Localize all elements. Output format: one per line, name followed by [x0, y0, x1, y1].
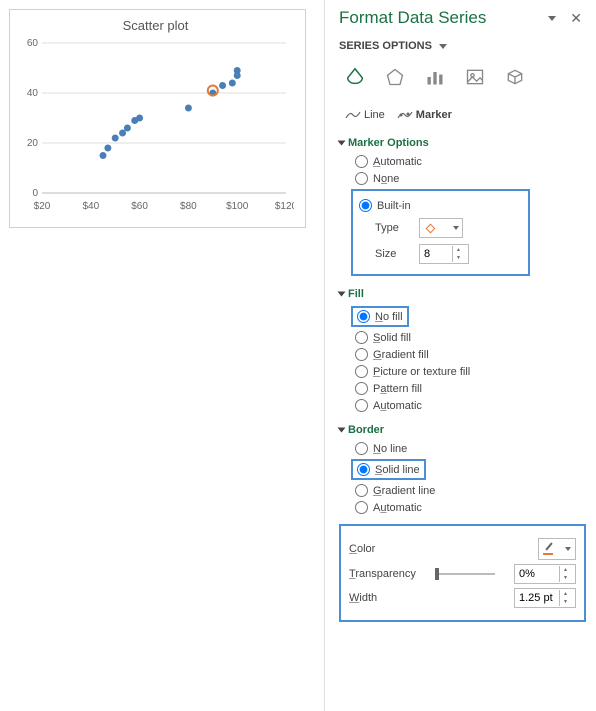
spin-up-icon[interactable]: ▲: [560, 566, 571, 574]
svg-text:$60: $60: [131, 201, 148, 212]
svg-text:$20: $20: [34, 201, 51, 212]
chart-container: Scatter plot 0 20 40 60 $20 $40 $60 $80 $100 $120: [9, 9, 306, 228]
width-label: Width: [349, 592, 377, 604]
dropdown-arrow-icon: [565, 547, 571, 551]
svg-text:$40: $40: [82, 201, 99, 212]
radio-builtin-marker[interactable]: Built-in: [359, 199, 522, 212]
svg-text:60: 60: [27, 38, 39, 49]
radio-gradient-fill[interactable]: Gradient fill: [355, 348, 582, 361]
color-picker-button[interactable]: [538, 538, 576, 560]
collapse-icon: [338, 428, 346, 433]
pen-color-icon: [543, 543, 555, 555]
transparency-spinner[interactable]: ▲▼: [514, 564, 576, 584]
builtin-highlight-box: Built-in Type Size ▲▼: [351, 189, 530, 276]
width-input[interactable]: [515, 592, 559, 604]
svg-text:$120: $120: [275, 201, 294, 212]
radio-pattern-fill[interactable]: Pattern fill: [355, 382, 582, 395]
series-options-arrow-icon: [439, 44, 447, 49]
format-panel: Format Data Series ✕ Series Options Line: [324, 0, 594, 711]
radio-none-marker[interactable]: None: [355, 172, 582, 185]
section-border[interactable]: Border: [339, 424, 582, 436]
radio-gradient-line[interactable]: Gradient line: [355, 484, 582, 497]
section-fill[interactable]: Fill: [339, 288, 582, 300]
spin-down-icon[interactable]: ▼: [560, 598, 571, 606]
marker-size-input[interactable]: [420, 248, 452, 260]
effects-icon[interactable]: [379, 62, 411, 92]
marker-size-spinner[interactable]: ▲▼: [419, 244, 469, 264]
svg-text:20: 20: [27, 138, 39, 149]
collapse-icon: [338, 292, 346, 297]
radio-automatic-border[interactable]: Automatic: [355, 501, 582, 514]
spin-up-icon[interactable]: ▲: [453, 246, 464, 254]
section-marker-options[interactable]: Marker Options: [339, 137, 582, 149]
tab-line[interactable]: Line: [339, 106, 391, 124]
radio-picture-fill[interactable]: Picture or texture fill: [355, 365, 582, 378]
spin-up-icon[interactable]: ▲: [560, 590, 571, 598]
color-width-highlight-box: Color Transparency ▲▼ Width ▲▼: [339, 524, 586, 622]
svg-text:0: 0: [32, 188, 38, 199]
color-label: Color: [349, 543, 375, 555]
size-label: Size: [375, 248, 409, 260]
transparency-label: Transparency: [349, 568, 416, 580]
svg-text:40: 40: [27, 88, 39, 99]
panel-title: Format Data Series: [339, 8, 486, 28]
format-category-icons: [339, 62, 582, 92]
spin-down-icon[interactable]: ▼: [453, 254, 464, 262]
transparency-slider[interactable]: [435, 573, 495, 575]
radio-no-line[interactable]: No line: [355, 442, 582, 455]
panel-menu-arrow-icon[interactable]: [548, 16, 556, 21]
radio-no-fill[interactable]: No fill: [357, 310, 403, 323]
scatter-plot[interactable]: 0 20 40 60 $20 $40 $60 $80 $100 $120: [14, 37, 294, 212]
series-options-label[interactable]: Series Options: [339, 40, 582, 52]
close-icon[interactable]: ✕: [570, 10, 582, 27]
solid-line-highlight-box: Solid line: [351, 459, 426, 480]
svg-text:$100: $100: [226, 201, 249, 212]
marker-type-dropdown[interactable]: [419, 218, 463, 238]
tab-marker[interactable]: Marker: [391, 106, 458, 124]
radio-solid-fill[interactable]: Solid fill: [355, 331, 582, 344]
size-properties-icon[interactable]: [419, 62, 451, 92]
fill-line-icon[interactable]: [339, 62, 371, 92]
chart-title: Scatter plot: [14, 18, 297, 33]
spin-down-icon[interactable]: ▼: [560, 574, 571, 582]
radio-solid-line[interactable]: Solid line: [357, 463, 420, 476]
line-marker-tabs: Line Marker: [339, 106, 582, 125]
collapse-icon: [338, 141, 346, 146]
no-fill-highlight-box: No fill: [351, 306, 409, 327]
width-spinner[interactable]: ▲▼: [514, 588, 576, 608]
dropdown-arrow-icon: [453, 226, 459, 230]
3d-icon[interactable]: [499, 62, 531, 92]
diamond-marker-icon: [426, 223, 436, 233]
picture-icon[interactable]: [459, 62, 491, 92]
radio-automatic-marker[interactable]: Automatic: [355, 155, 582, 168]
transparency-input[interactable]: [515, 568, 559, 580]
svg-text:$80: $80: [180, 201, 197, 212]
type-label: Type: [375, 222, 409, 234]
radio-automatic-fill[interactable]: Automatic: [355, 399, 582, 412]
